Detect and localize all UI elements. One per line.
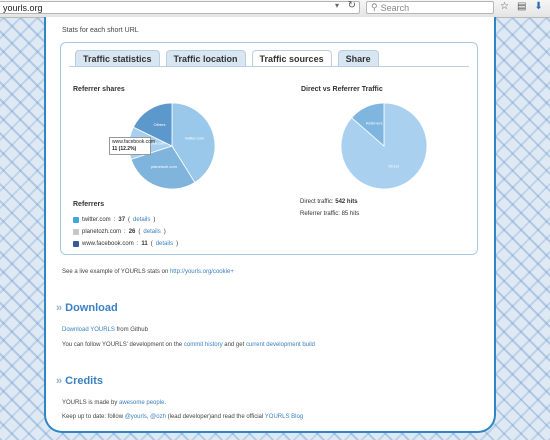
planetozh-icon (73, 229, 79, 235)
direct-vs-referrer-title: Direct vs Referrer Traffic (301, 86, 383, 93)
referrer-row: planetozh.com:26(details) (73, 226, 178, 238)
download-yourls-link[interactable]: Download YOURLS (62, 327, 115, 333)
url-bar[interactable]: yourls.org ▾ ↻ (0, 0, 360, 14)
paren-close: ) (163, 229, 166, 235)
twitter-icon (73, 217, 79, 223)
content-card: Stats for each short URL Traffic statist… (44, 17, 496, 433)
credits-heading: » Credits (56, 375, 103, 387)
live-example-link[interactable]: http://yourls.org/cookie+ (170, 269, 234, 275)
download-line1-rest: from Github (116, 327, 148, 333)
live-example-text: See a live example of YOURLS stats on (62, 269, 169, 275)
chevron-right-icon: » (56, 375, 63, 387)
tab-divider (69, 66, 469, 67)
referrer-details-link[interactable]: details (133, 217, 150, 223)
credits-line2-text: Keep up to date: follow (62, 414, 124, 420)
live-example-line: See a live example of YOURLS stats on ht… (62, 269, 234, 275)
direct-traffic-line: Direct traffic: 542 hits (300, 199, 358, 205)
star-icon[interactable]: ☆ (500, 1, 509, 12)
referrer-pie-slice-label: planetozh.com (151, 164, 178, 169)
stats-caption: Stats for each short URL (62, 27, 139, 34)
tooltip-value: 11 (12.2%) (112, 146, 137, 152)
direct-traffic-value: 542 hits (335, 199, 358, 205)
search-input[interactable]: ⚲ Search (366, 1, 494, 14)
download-line-1: Download YOURLS from Github (62, 327, 148, 333)
facebook-icon (73, 241, 79, 247)
search-placeholder: Search (380, 2, 410, 13)
referrer-row: www.facebook.com:11(details) (73, 238, 178, 250)
download-heading-text: Download (65, 302, 118, 314)
download-line-2: You can follow YOURLS' development on th… (62, 342, 315, 348)
referrer-pie-slice-label: Others (153, 122, 165, 127)
credits-sep: , (146, 414, 149, 420)
direct-vs-referrer-pie[interactable]: Direct Referrers (339, 101, 429, 191)
ozh-twitter-link[interactable]: @ozh (150, 414, 166, 420)
paren-open: ( (150, 241, 153, 247)
referrer-site: twitter.com (82, 217, 111, 223)
bookmarks-icon[interactable]: ▤ (517, 1, 526, 12)
referrer-count: 26 (128, 229, 136, 235)
referrer-shares-title: Referrer shares (73, 86, 125, 93)
referrer-site: planetozh.com (82, 229, 122, 235)
referrer-colon: : (136, 241, 139, 247)
tab-share[interactable]: Share (337, 50, 379, 67)
referrer-traffic-label: Referrer traffic: (300, 211, 340, 217)
dev-build-link[interactable]: current development build (246, 342, 315, 348)
direct-pie-slice-label: Direct (389, 164, 400, 169)
referrer-traffic-value: 85 hits (341, 211, 360, 217)
search-icon: ⚲ (371, 2, 378, 12)
commit-history-link[interactable]: commit history (184, 342, 223, 348)
referrer-count: 37 (118, 217, 126, 223)
referrers-list: twitter.com:37(details) planetozh.com:26(… (73, 214, 178, 250)
tab-traffic-location[interactable]: Traffic location (165, 50, 246, 67)
awesome-people-link[interactable]: awesome people (119, 400, 164, 406)
download-heading: » Download (56, 302, 118, 314)
browser-toolbar: yourls.org ▾ ↻ ⚲ Search ☆ ▤ ⬇ (0, 0, 550, 18)
pie-tooltip: www.facebook.com 11 (12.2%) (109, 137, 156, 155)
referrer-colon: : (113, 217, 116, 223)
referrer-count: 11 (141, 241, 148, 247)
yourls-twitter-link[interactable]: @yourls (125, 414, 147, 420)
direct-traffic-label: Direct traffic: (300, 199, 334, 205)
tab-traffic-sources[interactable]: Traffic sources (251, 50, 332, 67)
referrer-pie-slice-label: twitter.com (185, 135, 205, 140)
tooltip-site: www.facebook.com (112, 139, 156, 145)
credits-line-2: Keep up to date: follow @yourls, @ozh (l… (62, 414, 303, 420)
reload-icon[interactable]: ↻ (348, 0, 356, 11)
referrers-title: Referrers (73, 201, 105, 208)
credits-line-1: YOURLS is made by awesome people. (62, 400, 166, 406)
yourls-blog-link[interactable]: YOURLS Blog (265, 414, 303, 420)
credits-line2-mid: (lead developer)and read the official (167, 414, 264, 420)
toolbar-icons: ☆ ▤ ⬇ (500, 1, 543, 12)
credits-heading-text: Credits (65, 375, 104, 387)
referrer-site: www.facebook.com (82, 241, 134, 247)
referrer-details-link[interactable]: details (143, 229, 160, 235)
referrer-row: twitter.com:37(details) (73, 214, 178, 226)
credits-line1-end: . (164, 400, 167, 406)
referrer-traffic-line: Referrer traffic: 85 hits (300, 211, 359, 217)
paren-open: ( (138, 229, 141, 235)
referrer-details-link[interactable]: details (156, 241, 173, 247)
stats-box: Traffic statistics Traffic location Traffi… (60, 42, 478, 255)
download-icon[interactable]: ⬇ (534, 1, 542, 12)
paren-close: ) (153, 217, 156, 223)
url-text[interactable]: yourls.org (0, 3, 43, 13)
chevron-right-icon: » (56, 302, 63, 314)
credits-line1-text: YOURLS is made by (62, 400, 118, 406)
paren-close: ) (176, 241, 179, 247)
paren-open: ( (128, 217, 131, 223)
referrer-colon: : (124, 229, 126, 235)
stats-tabs: Traffic statistics Traffic location Traffi… (75, 50, 379, 67)
tab-traffic-statistics[interactable]: Traffic statistics (75, 50, 160, 67)
direct-pie-slice-label: Referrers (366, 120, 383, 125)
download-line2-text: You can follow YOURLS' development on th… (62, 342, 183, 348)
download-line2-mid: and get (224, 342, 245, 348)
url-dropdown-icon[interactable]: ▾ (335, 1, 339, 10)
